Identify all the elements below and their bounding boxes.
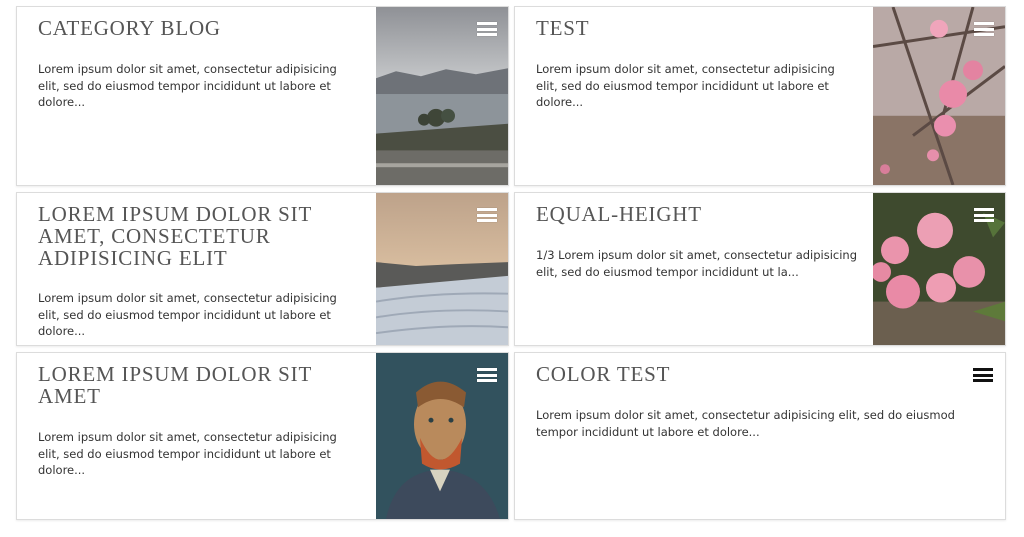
- card-excerpt: Lorem ipsum dolor sit amet, consectetur …: [38, 430, 337, 477]
- hamburger-menu-icon[interactable]: [974, 22, 994, 38]
- card-title[interactable]: TEST: [536, 17, 866, 39]
- blog-card[interactable]: LOREM IPSUM DOLOR SIT AMET, CONSECTETUR …: [16, 192, 509, 346]
- card-image[interactable]: [376, 7, 508, 185]
- card-title[interactable]: LOREM IPSUM DOLOR SIT AMET: [38, 363, 368, 407]
- card-excerpt: Lorem ipsum dolor sit amet, consectetur …: [38, 291, 337, 338]
- card-image[interactable]: [873, 7, 1005, 185]
- hamburger-menu-icon[interactable]: [477, 368, 497, 384]
- card-title[interactable]: EQUAL-HEIGHT: [536, 203, 866, 225]
- hamburger-menu-icon[interactable]: [974, 208, 994, 224]
- card-excerpt: Lorem ipsum dolor sit amet, consectetur …: [536, 408, 955, 439]
- blog-card[interactable]: COLOR TEST Lorem ipsum dolor sit amet, c…: [514, 352, 1006, 520]
- card-excerpt: Lorem ipsum dolor sit amet, consectetur …: [38, 62, 337, 109]
- hamburger-menu-icon[interactable]: [477, 208, 497, 224]
- card-title[interactable]: COLOR TEST: [536, 363, 956, 385]
- card-excerpt: 1/3 Lorem ipsum dolor sit amet, consecte…: [536, 248, 858, 279]
- card-image[interactable]: [873, 193, 1005, 345]
- card-image[interactable]: [376, 193, 508, 345]
- blog-card[interactable]: TEST Lorem ipsum dolor sit amet, consect…: [514, 6, 1006, 186]
- blog-card[interactable]: EQUAL-HEIGHT 1/3 Lorem ipsum dolor sit a…: [514, 192, 1006, 346]
- card-image[interactable]: [376, 353, 508, 519]
- blog-card[interactable]: CATEGORY BLOG Lorem ipsum dolor sit amet…: [16, 6, 509, 186]
- card-title[interactable]: LOREM IPSUM DOLOR SIT AMET, CONSECTETUR …: [38, 203, 368, 269]
- blog-card-grid: CATEGORY BLOG Lorem ipsum dolor sit amet…: [0, 0, 1024, 537]
- hamburger-menu-icon[interactable]: [973, 368, 993, 384]
- blog-card[interactable]: LOREM IPSUM DOLOR SIT AMET Lorem ipsum d…: [16, 352, 509, 520]
- hamburger-menu-icon[interactable]: [477, 22, 497, 38]
- card-title[interactable]: CATEGORY BLOG: [38, 17, 368, 39]
- card-excerpt: Lorem ipsum dolor sit amet, consectetur …: [536, 62, 835, 109]
